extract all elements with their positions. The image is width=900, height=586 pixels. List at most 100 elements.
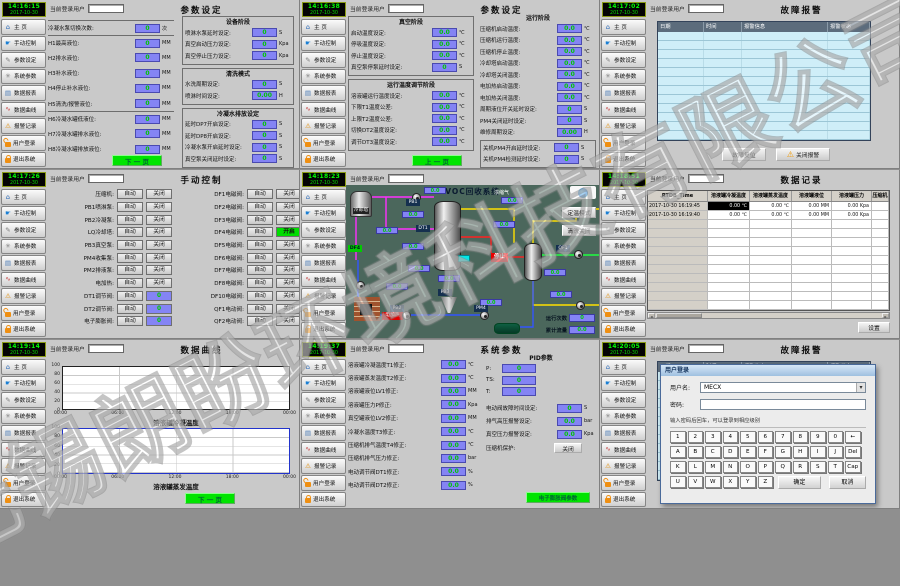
scroll-left-icon[interactable]: ◂ <box>648 313 655 318</box>
keyboard-key[interactable]: G <box>775 446 791 458</box>
keyboard-key[interactable]: W <box>705 476 721 488</box>
sidebar-button[interactable]: ☛手动控制 <box>601 376 646 392</box>
sidebar-button[interactable]: ⚠报警记录 <box>601 288 646 304</box>
prev-page-button[interactable]: 上 一 页 <box>412 155 462 166</box>
value-box[interactable]: 0.0 <box>557 82 582 91</box>
compressor-protect-button[interactable]: 关闭 <box>554 443 582 453</box>
keyboard-key[interactable]: 8 <box>793 431 809 443</box>
auto-button[interactable]: 自动 <box>247 253 273 263</box>
state-button[interactable]: 关闭 <box>146 265 172 275</box>
value-box[interactable]: 0 <box>135 69 160 78</box>
state-button[interactable]: 关闭 <box>276 291 300 301</box>
sidebar-button[interactable]: 退出系统 <box>601 322 646 338</box>
value-box[interactable]: 0.0 <box>441 454 466 463</box>
auto-button[interactable]: 自动 <box>117 215 143 225</box>
keyboard-key[interactable]: Del <box>845 446 861 458</box>
value-box[interactable]: 0 <box>502 387 536 396</box>
sidebar-button[interactable]: ✳系统参数 <box>301 69 346 85</box>
state-button[interactable]: 关闭 <box>276 265 300 275</box>
sidebar-button[interactable]: 用户登录 <box>1 475 46 491</box>
keyboard-key[interactable]: V <box>688 476 704 488</box>
value-box[interactable]: 0.0 <box>557 36 582 45</box>
sidebar-button[interactable]: 用户登录 <box>301 305 346 321</box>
keyboard-key[interactable]: Cap <box>845 461 861 473</box>
keyboard-key[interactable]: 1 <box>670 431 686 443</box>
sidebar-button[interactable]: 退出系统 <box>1 492 46 508</box>
sidebar-button[interactable]: 退出系统 <box>1 322 46 338</box>
password-input[interactable] <box>700 399 866 410</box>
sidebar-button[interactable]: ⚠报警记录 <box>1 458 46 474</box>
sidebar-button[interactable]: ✳系统参数 <box>1 239 46 255</box>
sidebar-button[interactable]: ✎参数设定 <box>1 52 46 68</box>
keyboard-key[interactable]: F <box>758 446 774 458</box>
sidebar-button[interactable]: 退出系统 <box>601 152 646 168</box>
auto-button[interactable]: 自动 <box>247 304 273 314</box>
state-button[interactable]: 关闭 <box>276 304 300 314</box>
auto-button[interactable]: 自动 <box>117 278 143 288</box>
sidebar-button[interactable]: ⚠报警记录 <box>301 458 346 474</box>
sidebar-button[interactable]: ∿数据曲线 <box>301 272 346 288</box>
sidebar-button[interactable]: 用户登录 <box>301 135 346 151</box>
value-box[interactable]: 0.0 <box>441 467 466 476</box>
sidebar-button[interactable]: 用户登录 <box>601 305 646 321</box>
state-button[interactable]: 0 <box>146 316 172 326</box>
sidebar-button[interactable]: ☛手动控制 <box>1 206 46 222</box>
keyboard-key[interactable]: T <box>828 461 844 473</box>
value-box[interactable]: 0.0 <box>557 59 582 68</box>
value-box[interactable]: 0 <box>554 143 579 152</box>
value-box[interactable]: 0 <box>502 364 536 373</box>
sidebar-button[interactable]: ☛手动控制 <box>601 36 646 52</box>
sidebar-button[interactable]: ✎参数设定 <box>301 52 346 68</box>
keyboard-key[interactable]: 3 <box>705 431 721 443</box>
keyboard-key[interactable]: ← <box>845 431 861 443</box>
sidebar-button[interactable]: 用户登录 <box>301 475 346 491</box>
sidebar-button[interactable]: 退出系统 <box>1 152 46 168</box>
value-box[interactable]: 0 <box>135 24 160 33</box>
table-row[interactable]: 2017-10-30 16:19:450.00 ℃0.00 ℃0.00 MM0.… <box>648 202 889 211</box>
sidebar-button[interactable]: ∿数据曲线 <box>1 102 46 118</box>
sidebar-button[interactable]: ✳系统参数 <box>301 239 346 255</box>
keyboard-key[interactable]: 7 <box>775 431 791 443</box>
sidebar-button[interactable]: ☛手动控制 <box>301 36 346 52</box>
sidebar-button[interactable]: ✎参数设定 <box>601 392 646 408</box>
value-box[interactable]: 0.0 <box>441 387 466 396</box>
value-box[interactable]: 0.0 <box>441 427 466 436</box>
ok-button[interactable]: 确定 <box>778 476 821 489</box>
value-box[interactable]: 0.0 <box>441 414 466 423</box>
value-box[interactable]: 0.0 <box>557 24 582 33</box>
value-box[interactable]: 0 <box>502 376 536 385</box>
sidebar-button[interactable]: ∿数据曲线 <box>601 102 646 118</box>
value-box[interactable]: 0 <box>252 51 277 60</box>
auto-button[interactable]: 自动 <box>117 240 143 250</box>
sidebar-button[interactable]: ▤数据报表 <box>1 425 46 441</box>
keyboard-key[interactable]: L <box>688 461 704 473</box>
sidebar-button[interactable]: 退出系统 <box>301 492 346 508</box>
value-box[interactable]: 0 <box>557 404 582 413</box>
auto-button[interactable]: 自动 <box>117 253 143 263</box>
value-box[interactable]: 0.0 <box>432 28 457 37</box>
sidebar-button[interactable]: ∿数据曲线 <box>301 442 346 458</box>
value-box[interactable]: 0.0 <box>432 40 457 49</box>
sidebar-button[interactable]: ▤数据报表 <box>601 85 646 101</box>
settings-button[interactable]: 设置 <box>858 322 890 333</box>
value-box[interactable]: 0 <box>252 40 277 49</box>
sidebar-button[interactable]: ▤数据报表 <box>1 255 46 271</box>
value-box[interactable]: 0.0 <box>441 400 466 409</box>
sidebar-button[interactable]: ⌂主 页 <box>601 359 646 375</box>
sidebar-button[interactable]: ∿数据曲线 <box>1 272 46 288</box>
sidebar-button[interactable]: ▤数据报表 <box>301 255 346 271</box>
state-button[interactable]: 关闭 <box>146 227 172 237</box>
keyboard-key[interactable]: A <box>670 446 686 458</box>
value-box[interactable]: 0.00 <box>557 128 582 137</box>
scroll-right-icon[interactable]: ▸ <box>882 313 889 318</box>
value-box[interactable]: 0 <box>135 145 160 154</box>
sidebar-button[interactable]: ✎参数设定 <box>601 52 646 68</box>
sidebar-button[interactable]: ✳系统参数 <box>1 69 46 85</box>
sidebar-button[interactable]: 用户登录 <box>1 305 46 321</box>
sidebar-button[interactable]: 用户登录 <box>601 135 646 151</box>
value-box[interactable]: 0.0 <box>441 481 466 490</box>
sidebar-button[interactable]: ✎参数设定 <box>301 222 346 238</box>
value-box[interactable]: 0.00 <box>252 91 277 100</box>
sidebar-button[interactable]: ⚠报警记录 <box>601 458 646 474</box>
keyboard-key[interactable]: B <box>688 446 704 458</box>
